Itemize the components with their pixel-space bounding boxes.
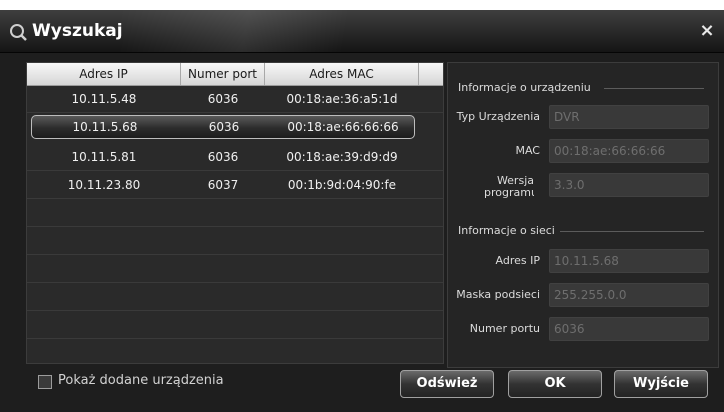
row-ip: 10.11.5.81 (71, 149, 137, 164)
table-row-selected[interactable]: 10.11.5.68 6036 00:18:ae:66:66:66 (31, 115, 415, 139)
row-mac: 00:18:ae:39:d9:d9 (286, 149, 398, 164)
row-mac: 00:18:ae:36:a5:1d (286, 91, 398, 106)
section-divider (604, 88, 704, 89)
network-info-section-title: Informacje o sieci (458, 224, 555, 237)
column-header-mac[interactable]: Adres MAC (265, 63, 419, 85)
device-type-field: DVR (549, 105, 709, 129)
empty-row (27, 255, 443, 283)
device-info-panel: Informacje o urządzeniu Typ Urządzenia D… (447, 62, 719, 368)
section-divider (560, 231, 704, 232)
ok-button[interactable]: OK (508, 370, 602, 398)
exit-button[interactable]: Wyjście (614, 370, 708, 398)
port-number-field: 6036 (549, 317, 709, 341)
row-port: 6037 (207, 177, 239, 192)
row-mac: 00:1b:9d:04:90:fe (287, 177, 397, 192)
device-list-header: Adres IP Numer port Adres MAC (27, 63, 443, 86)
firmware-version-label: Wersja programu (484, 175, 534, 199)
search-icon (10, 24, 27, 41)
title-bar: Wyszukaj × (0, 10, 724, 53)
column-header-ip[interactable]: Adres IP (27, 63, 181, 85)
column-header-port[interactable]: Numer port (181, 63, 265, 85)
row-ip: 10.11.5.48 (71, 91, 137, 106)
empty-row (27, 227, 443, 255)
table-row[interactable]: 10.11.23.80 6037 00:1b:9d:04:90:fe (27, 171, 443, 199)
mac-field: 00:18:ae:66:66:66 (549, 139, 709, 163)
title-bar-highlight (120, 10, 400, 52)
row-ip: 10.11.5.68 (72, 120, 138, 134)
empty-row (27, 283, 443, 311)
row-mac: 00:18:ae:66:66:66 (287, 120, 399, 134)
table-row[interactable]: 10.11.5.48 6036 00:18:ae:36:a5:1d (27, 85, 443, 113)
empty-row (27, 311, 443, 339)
mac-label: MAC (515, 144, 540, 157)
close-button[interactable]: × (698, 20, 716, 42)
row-ip: 10.11.23.80 (67, 177, 141, 192)
show-added-devices-checkbox[interactable] (38, 375, 52, 389)
row-port: 6036 (207, 91, 239, 106)
dialog-title: Wyszukaj (32, 21, 123, 41)
show-added-devices-label[interactable]: Pokaż dodane urządzenia (58, 373, 224, 388)
row-port: 6036 (207, 149, 239, 164)
subnet-mask-label: Maska podsieci (456, 288, 540, 301)
firmware-version-field: 3.3.0 (549, 173, 709, 197)
device-list[interactable]: Adres IP Numer port Adres MAC 10.11.5.48… (26, 62, 444, 364)
row-port: 6036 (208, 120, 240, 134)
search-dialog: Wyszukaj × Adres IP Numer port Adres MAC… (0, 10, 724, 412)
table-row[interactable]: 10.11.5.81 6036 00:18:ae:39:d9:d9 (27, 143, 443, 171)
refresh-button[interactable]: Odśwież (400, 370, 494, 398)
ip-address-label: Adres IP (495, 254, 540, 267)
empty-row (27, 199, 443, 227)
device-info-section-title: Informacje o urządzeniu (458, 81, 591, 94)
subnet-mask-field: 255.255.0.0 (549, 283, 709, 307)
ip-address-field: 10.11.5.68 (549, 249, 709, 273)
device-type-label: Typ Urządzenia (456, 110, 540, 123)
port-number-label: Numer portu (469, 322, 540, 335)
